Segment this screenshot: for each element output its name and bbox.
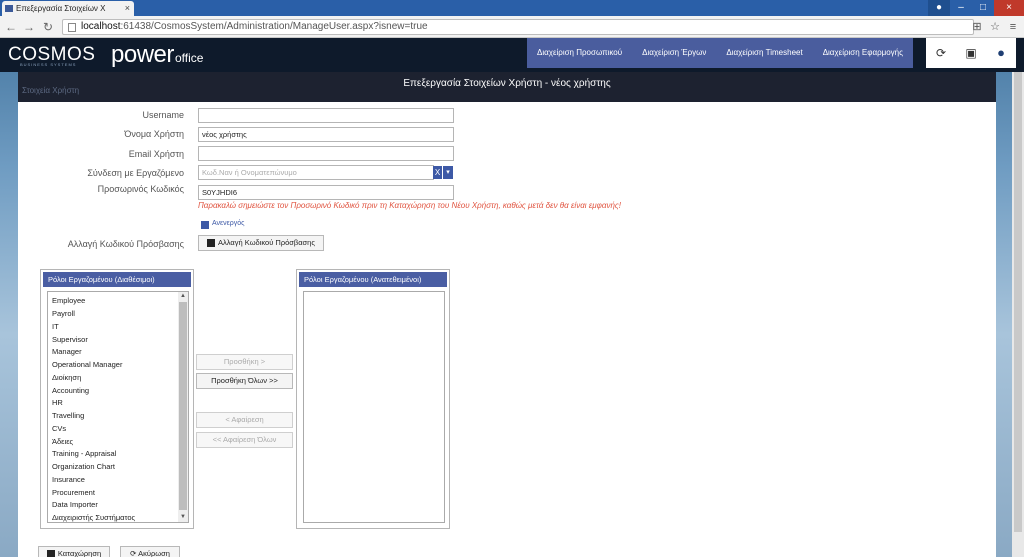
minimize-button[interactable]: –	[950, 0, 972, 16]
nav-personnel[interactable]: Διαχείριση Προσωπικού	[527, 38, 632, 68]
username-label: Username	[142, 110, 184, 120]
forward-button[interactable]: →	[22, 19, 36, 35]
back-button[interactable]: ←	[4, 19, 18, 35]
office-logo: office	[175, 51, 204, 65]
list-item[interactable]: Training - Appraisal	[52, 449, 116, 458]
remove-role-button[interactable]: < Αφαίρεση	[196, 412, 293, 428]
url-path: :61438/CosmosSystem/Administration/Manag…	[120, 21, 428, 32]
inactive-label: Ανενεργός	[212, 220, 245, 227]
panel-header: Στοιχεία Χρήστη Επεξεργασία Στοιχείων Χρ…	[18, 72, 996, 102]
cancel-button[interactable]: ⟳ Ακύρωση	[120, 546, 180, 557]
save-icon	[46, 550, 55, 557]
list-item[interactable]: Organization Chart	[52, 462, 115, 471]
refresh-small-icon: ⟳	[130, 549, 139, 557]
power-logo: power	[111, 41, 174, 68]
list-item[interactable]: IT	[52, 322, 59, 331]
list-item[interactable]: HR	[52, 398, 63, 407]
browser-actions: ⊞ ☆ ≡	[970, 19, 1020, 35]
user-icon[interactable]: ●	[986, 38, 1016, 68]
address-bar: ← → ↻ localhost:61438/CosmosSystem/Admin…	[0, 16, 1024, 38]
profile-icon[interactable]: ●	[928, 0, 950, 16]
list-item[interactable]: Insurance	[52, 475, 85, 484]
change-password-button[interactable]: Αλλαγή Κωδικού Πρόσβασης	[198, 235, 324, 251]
bookmark-star-icon[interactable]: ☆	[988, 19, 1002, 35]
translate-icon[interactable]: ⊞	[970, 19, 984, 35]
add-role-button[interactable]: Προσθήκη >	[196, 354, 293, 370]
assigned-roles-header: Ρόλοι Εργαζομένου (Ανατεθειμένοι)	[299, 272, 447, 287]
roles-list-scrollbar-thumb[interactable]	[179, 302, 187, 510]
favicon-icon	[5, 5, 13, 12]
page-icon	[68, 23, 76, 32]
close-window-button[interactable]: ×	[994, 0, 1024, 16]
save-button-label: Καταχώρηση	[57, 549, 102, 557]
email-label: Email Χρήστη	[128, 149, 184, 159]
username-input[interactable]	[198, 108, 454, 123]
list-item[interactable]: Διαχειριστής Συστήματος	[52, 513, 135, 522]
page-scrollbar-thumb[interactable]	[1014, 72, 1022, 532]
list-item[interactable]: Employee	[52, 296, 85, 305]
browser-tab[interactable]: Επεξεργασία Στοιχείων Χ ×	[2, 1, 134, 16]
fullname-label: Όνομα Χρήστη	[124, 129, 184, 139]
assigned-roles-box: Ρόλοι Εργαζομένου (Ανατεθειμένοι)	[296, 269, 450, 529]
window-controls: ● – □ ×	[928, 0, 1024, 16]
employee-dropdown-button[interactable]: ▾	[443, 166, 453, 179]
save-button[interactable]: Καταχώρηση	[38, 546, 110, 557]
available-roles-box: Ρόλοι Εργαζομένου (Διαθέσιμοι) Employee …	[40, 269, 194, 529]
list-item[interactable]: Procurement	[52, 488, 95, 497]
clear-employee-button[interactable]: X	[433, 166, 442, 179]
employee-search-input[interactable]: Κωδ.Ναν ή Ονοματεπώνυμο	[198, 165, 434, 180]
assigned-roles-list[interactable]	[303, 291, 445, 523]
list-item[interactable]: Accounting	[52, 386, 89, 395]
available-roles-list[interactable]: Employee Payroll IT Supervisor Manager O…	[47, 291, 189, 523]
nav-projects[interactable]: Διαχείριση Έργων	[632, 38, 716, 68]
email-input[interactable]	[198, 146, 454, 161]
list-item[interactable]: Supervisor	[52, 335, 88, 344]
change-password-button-label: Αλλαγή Κωδικού Πρόσβασης	[218, 238, 315, 247]
page-scrollbar[interactable]	[1012, 72, 1024, 557]
header-icon-buttons: ⟳ ▣ ●	[926, 38, 1016, 68]
list-item[interactable]: Operational Manager	[52, 360, 122, 369]
url-input[interactable]: localhost:61438/CosmosSystem/Administrat…	[62, 19, 974, 35]
refresh-icon[interactable]: ⟳	[926, 38, 956, 68]
scroll-down-icon[interactable]: ▼	[178, 513, 188, 522]
temp-password-input[interactable]: S0YJHDI6	[198, 185, 454, 200]
nav-timesheet[interactable]: Διαχείριση Timesheet	[716, 38, 812, 68]
key-icon	[207, 239, 216, 248]
user-form-panel: Username Όνομα Χρήστη νέος χρήστης Email…	[18, 102, 996, 557]
browser-menu-icon[interactable]: ≡	[1006, 19, 1020, 35]
list-item[interactable]: CVs	[52, 424, 66, 433]
list-item[interactable]: Payroll	[52, 309, 75, 318]
remove-all-roles-button[interactable]: << Αφαίρεση Όλων	[196, 432, 293, 448]
app-header: COSMOS BUSINESS SYSTEMS power office Δια…	[0, 38, 1024, 72]
list-item[interactable]: Travelling	[52, 411, 84, 420]
temp-password-label: Προσωρινός Κωδικός	[97, 184, 184, 194]
page-title: Επεξεργασία Στοιχείων Χρήστη - νέος χρήσ…	[403, 78, 611, 89]
temp-password-warning: Παρακαλώ σημειώστε τον Προσωρινό Κωδικό …	[198, 201, 621, 210]
add-all-roles-button[interactable]: Προσθήκη Όλων >>	[196, 373, 293, 389]
browser-tab-title: Επεξεργασία Στοιχείων Χ	[16, 4, 106, 13]
inactive-checkbox[interactable]	[201, 221, 209, 229]
list-item[interactable]: Διοίκηση	[52, 373, 81, 382]
reload-button[interactable]: ↻	[41, 19, 55, 35]
change-password-label: Αλλαγή Κωδικού Πρόσβασης	[67, 239, 184, 249]
list-item[interactable]: Άδειες	[52, 437, 73, 446]
maximize-button[interactable]: □	[972, 0, 994, 16]
top-navigation: Διαχείριση Προσωπικού Διαχείριση Έργων Δ…	[527, 38, 913, 68]
roles-list-scrollbar[interactable]: ▲ ▼	[178, 292, 188, 522]
cancel-button-label: Ακύρωση	[138, 549, 170, 557]
window-icon[interactable]: ▣	[956, 38, 986, 68]
list-item[interactable]: Data Importer	[52, 500, 98, 509]
list-item[interactable]: Manager	[52, 347, 82, 356]
url-host: localhost	[81, 21, 121, 32]
employee-link-label: Σύνδεση με Εργαζόμενο	[87, 168, 184, 178]
scroll-up-icon[interactable]: ▲	[178, 292, 188, 301]
nav-application[interactable]: Διαχείριση Εφαρμογής	[813, 38, 913, 68]
fullname-input[interactable]: νέος χρήστης	[198, 127, 454, 142]
available-roles-header: Ρόλοι Εργαζομένου (Διαθέσιμοι)	[43, 272, 191, 287]
cosmos-logo-subtitle: BUSINESS SYSTEMS	[20, 62, 77, 67]
tab-close-icon[interactable]: ×	[125, 1, 130, 16]
browser-tab-bar: Επεξεργασία Στοιχείων Χ × ● – □ ×	[0, 0, 1024, 16]
